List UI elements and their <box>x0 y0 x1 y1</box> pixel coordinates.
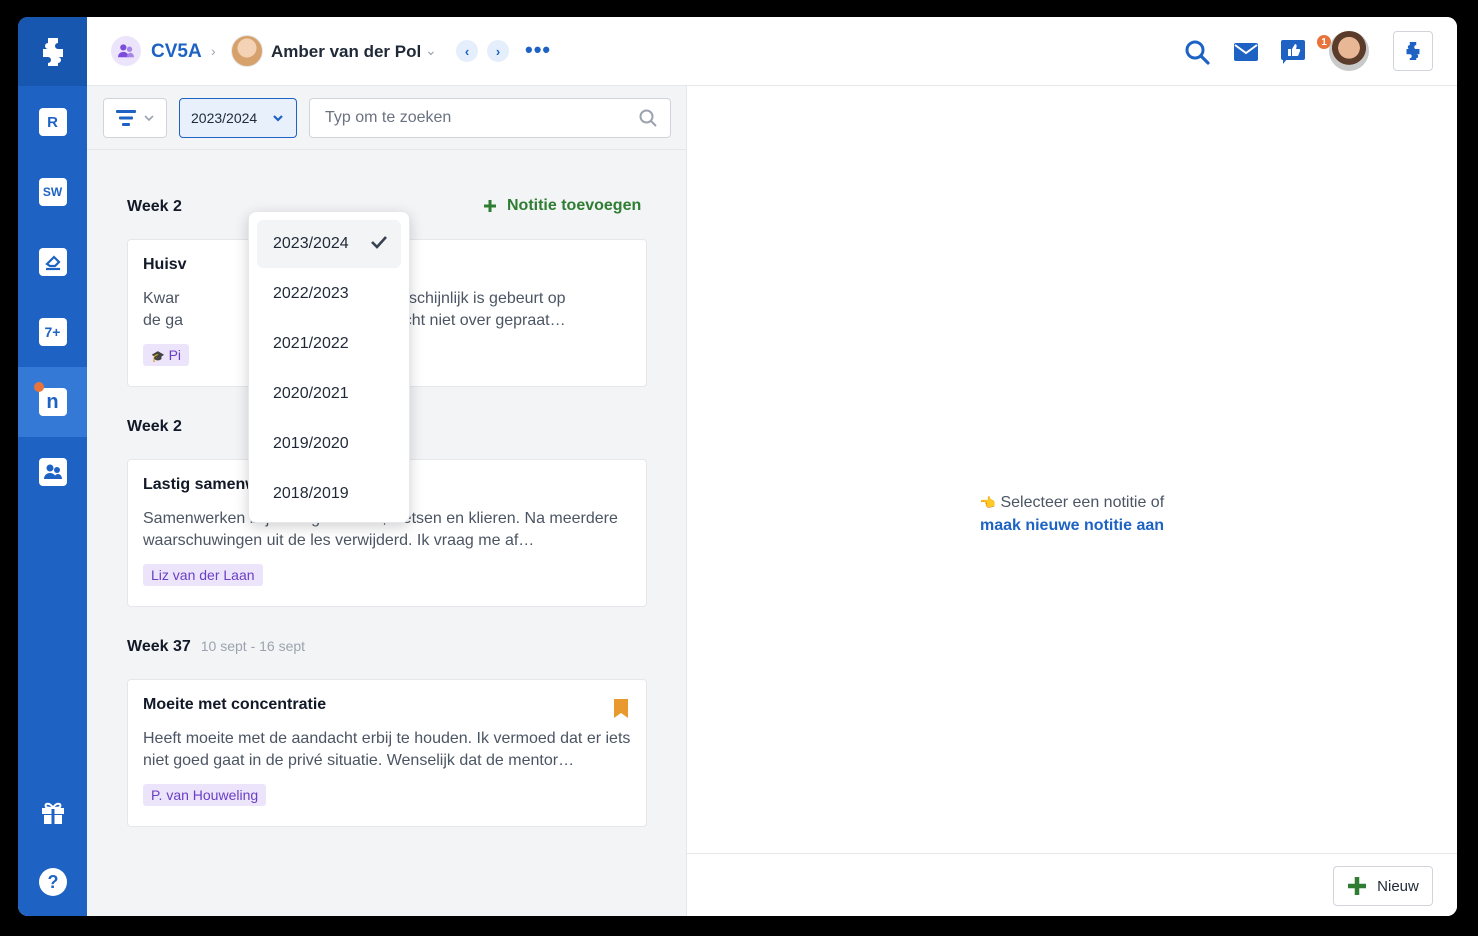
app-logo[interactable] <box>18 17 87 86</box>
search-icon <box>639 109 657 127</box>
breadcrumb-separator: › <box>211 43 216 59</box>
chevron-down-icon <box>144 115 154 122</box>
sidebar-item-rooster[interactable]: R <box>18 87 87 157</box>
note-excerpt: Heeft moeite met de aandacht erbij te ho… <box>143 730 631 769</box>
plus-icon <box>484 200 496 212</box>
student-avatar <box>231 35 263 67</box>
week-label: Week 2 <box>127 418 182 435</box>
note-tags: Liz van der Laan <box>143 564 631 586</box>
sidebar-item-help[interactable]: ? <box>18 847 87 916</box>
school-year-value: 2023/2024 <box>191 110 258 126</box>
empty-state-text: 👈 Selecteer een notitie of <box>979 494 1165 511</box>
sidebar-item-gifts[interactable] <box>18 777 87 847</box>
week-date-range: 10 sept - 16 sept <box>200 638 306 654</box>
sidebar-item-portal[interactable] <box>18 227 87 297</box>
top-header: CV5A › Amber van der Pol ⌄ ‹ › ••• 1 <box>87 17 1457 86</box>
search-icon <box>1185 40 1210 65</box>
create-note-link[interactable]: maak nieuwe notitie aan <box>687 514 1457 537</box>
add-note-button[interactable]: Notitie toevoegen <box>483 197 641 215</box>
author-tag: P. van Houweling <box>143 784 267 806</box>
bookmark-icon[interactable] <box>614 699 628 718</box>
notification-dot <box>34 382 44 392</box>
app-window: R SW 7+ n ? CV5A › Amber van der Pol ⌄ ‹… <box>18 17 1457 916</box>
graduation-cap-icon: 🎓 <box>151 351 165 363</box>
puzzle-logo-icon <box>42 37 63 66</box>
week-header: Week 37 10 sept - 16 sept <box>127 638 305 656</box>
note-tags: P. van Houweling <box>143 784 631 806</box>
breadcrumb-class[interactable]: CV5A <box>151 41 202 63</box>
year-option[interactable]: 2020/2021 <box>257 370 401 418</box>
chevron-down-icon <box>273 115 283 122</box>
prev-student-button[interactable]: ‹ <box>456 40 478 62</box>
year-option[interactable]: 2018/2019 <box>257 470 401 518</box>
student-name[interactable]: Amber van der Pol <box>271 42 421 62</box>
next-student-button[interactable]: › <box>487 40 509 62</box>
feedback-button[interactable] <box>1278 37 1308 67</box>
new-note-button[interactable]: Nieuw <box>1333 866 1433 906</box>
pointing-hand-icon: 👈 <box>979 495 997 510</box>
search-button[interactable] <box>1182 37 1212 67</box>
note-title: Moeite met concentratie <box>143 696 327 713</box>
plugin-button[interactable] <box>1393 31 1433 71</box>
notes-toolbar: 2023/2024 <box>87 86 687 150</box>
users-icon <box>38 458 67 486</box>
sidebar-item-sw[interactable]: SW <box>18 157 87 227</box>
empty-state: 👈 Selecteer een notitie of maak nieuwe n… <box>687 491 1457 537</box>
puzzle-icon <box>1406 41 1420 61</box>
year-option[interactable]: 2021/2022 <box>257 320 401 368</box>
more-options-button[interactable]: ••• <box>525 37 551 63</box>
sw-icon: SW <box>38 178 67 206</box>
check-icon <box>371 236 387 249</box>
note-card[interactable]: Moeite met concentratie Heeft moeite met… <box>127 679 647 827</box>
filter-icon <box>116 110 136 126</box>
gift-icon <box>41 802 64 824</box>
add-note-label: Notitie toevoegen <box>507 197 642 214</box>
calendar-r-icon: R <box>38 108 67 136</box>
week-label: Week 2 <box>127 198 182 215</box>
svg-text:?: ? <box>47 872 58 892</box>
sidebar-item-notes[interactable]: n <box>18 367 87 437</box>
notes-n-icon: n <box>38 388 67 416</box>
year-option[interactable]: 2019/2020 <box>257 420 401 468</box>
mail-button[interactable] <box>1231 37 1261 67</box>
week-header: Week 2 <box>127 198 182 216</box>
school-year-select[interactable]: 2023/2024 <box>179 98 297 138</box>
thumbs-up-icon <box>1281 40 1305 64</box>
grade-7plus-icon: 7+ <box>38 318 67 346</box>
envelope-icon <box>1234 43 1258 61</box>
year-option[interactable]: 2023/2024 <box>257 220 401 268</box>
new-note-label: Nieuw <box>1377 877 1419 895</box>
plus-icon <box>1348 877 1367 895</box>
school-year-dropdown: 2023/2024 2022/2023 2021/2022 2020/2021 … <box>248 211 410 523</box>
week-header: Week 2 <box>127 418 182 436</box>
note-detail-panel: 👈 Selecteer een notitie of maak nieuwe n… <box>687 86 1457 916</box>
author-tag: Liz van der Laan <box>143 564 263 586</box>
eraser-icon <box>38 248 67 276</box>
sidebar-item-grades[interactable]: 7+ <box>18 297 87 367</box>
class-icon <box>111 36 141 66</box>
search-input[interactable] <box>309 98 671 138</box>
week-label: Week 37 <box>127 638 191 655</box>
sidebar-item-students[interactable] <box>18 437 87 507</box>
year-option[interactable]: 2022/2023 <box>257 270 401 318</box>
author-tag: 🎓 Pi <box>143 344 190 366</box>
notes-list-panel: 2023/2024 Week 2 Notitie toevoegen Huisv… <box>87 86 687 916</box>
help-icon: ? <box>38 868 67 896</box>
filter-button[interactable] <box>103 98 167 138</box>
user-avatar[interactable] <box>1329 31 1369 71</box>
detail-footer: Nieuw <box>687 853 1457 916</box>
sidebar: R SW 7+ n ? <box>18 17 87 916</box>
chevron-down-icon[interactable]: ⌄ <box>425 42 437 59</box>
